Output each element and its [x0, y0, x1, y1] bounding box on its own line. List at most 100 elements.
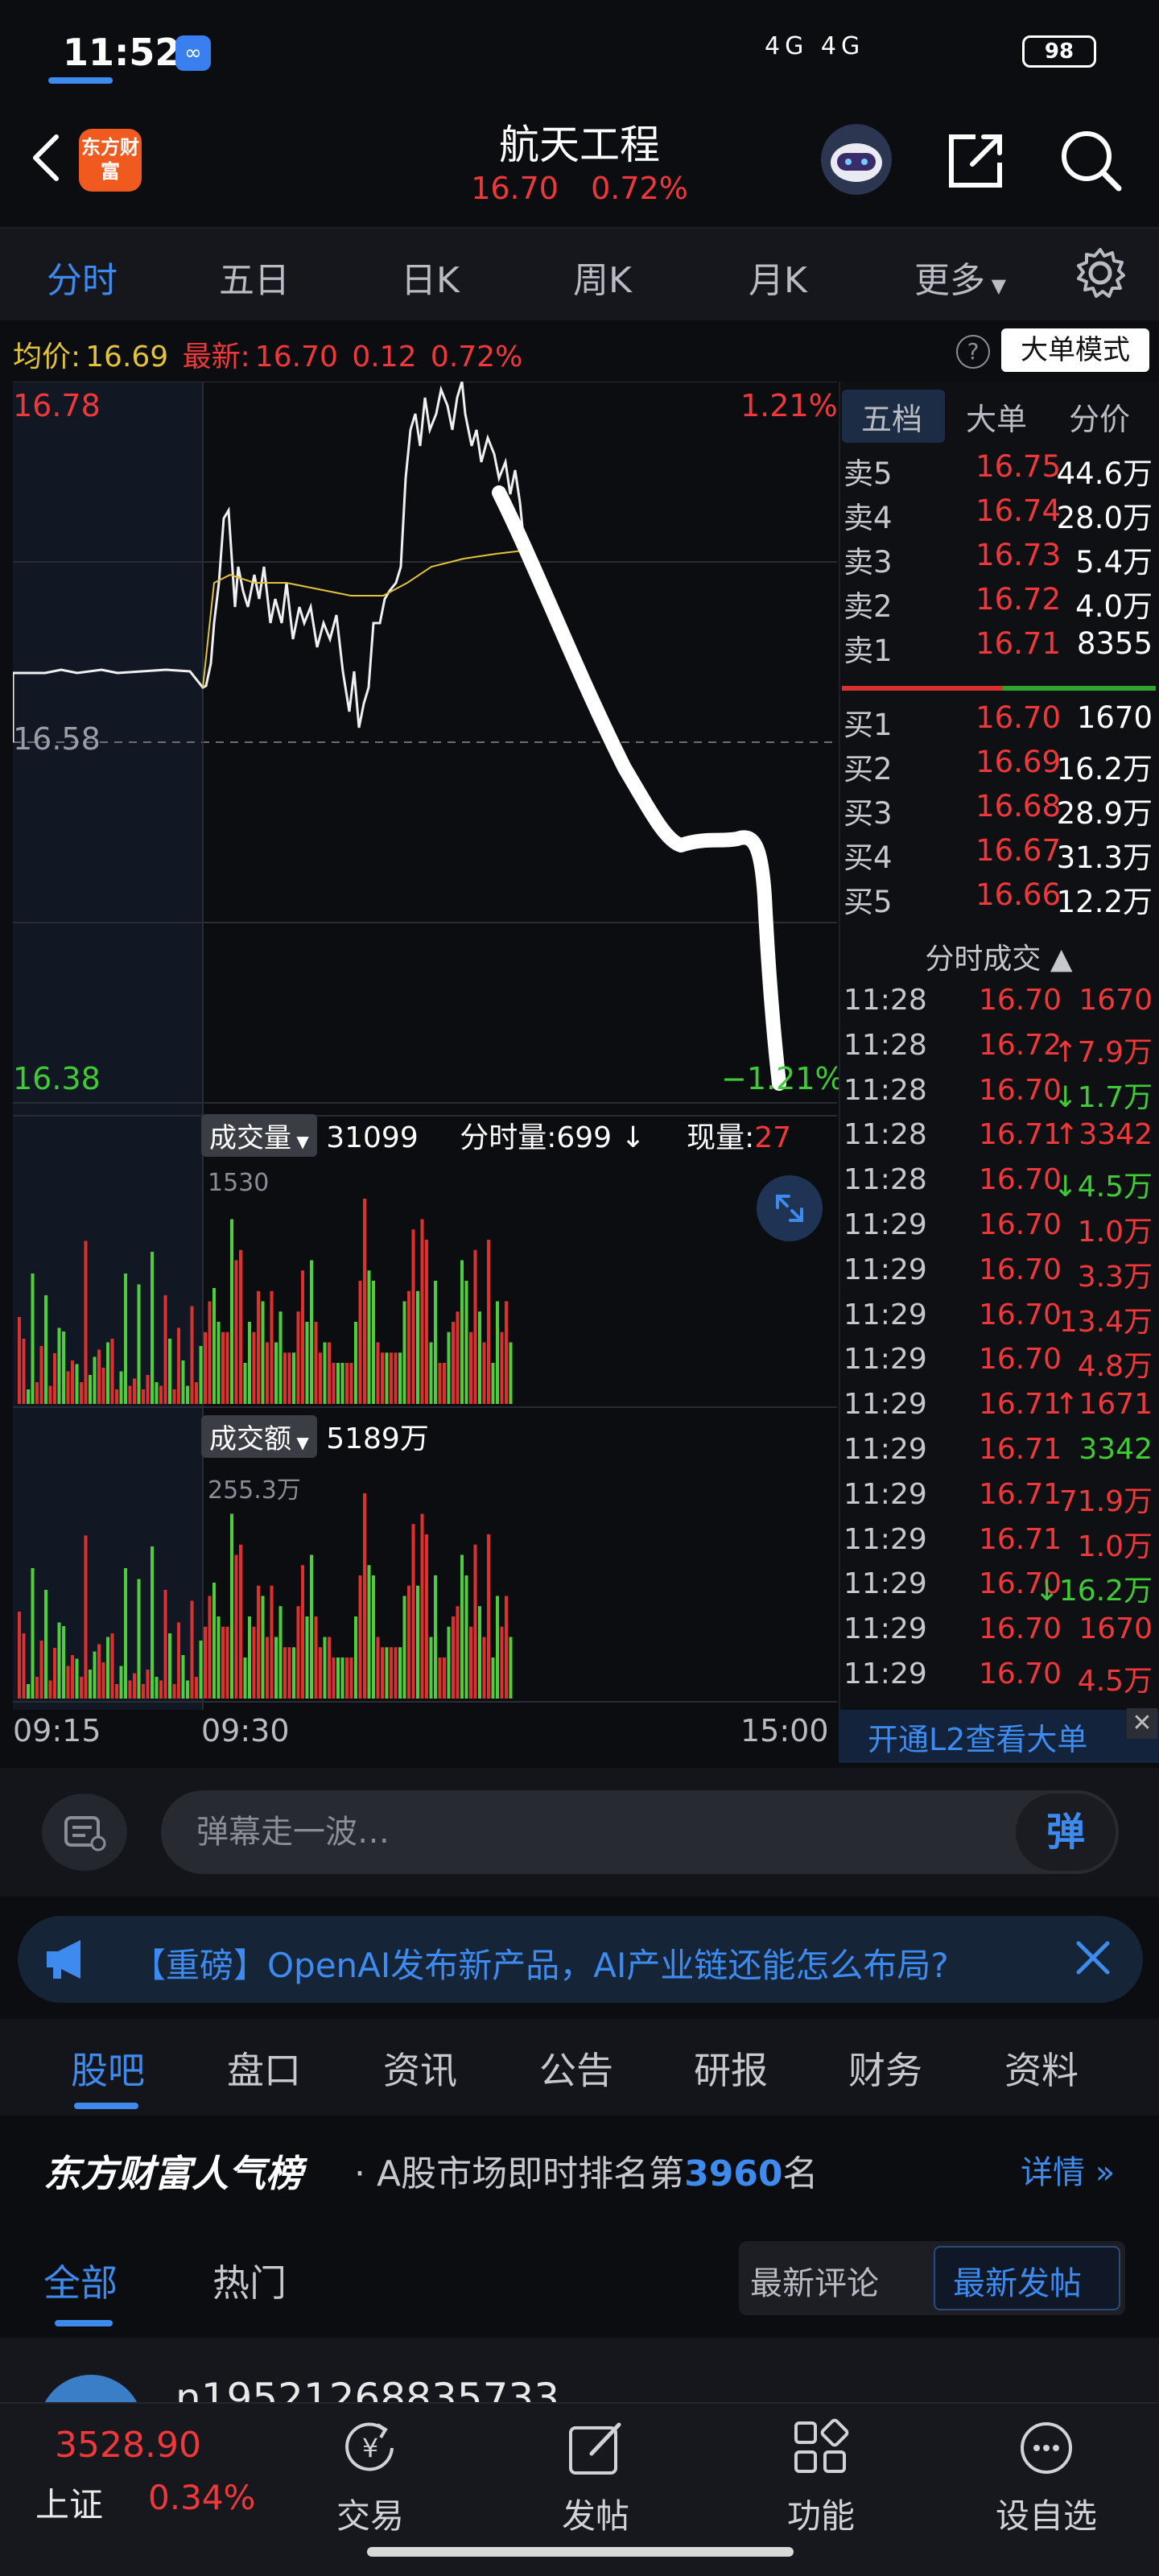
ask-row[interactable]: 卖3 16.73 5.4万: [842, 538, 1156, 583]
nav-trade[interactable]: ¥ 交易: [306, 2412, 435, 2536]
tab-monthly-k[interactable]: 月K: [749, 251, 807, 303]
tab-more[interactable]: 更多 ▼: [914, 251, 1006, 303]
price-mid-label: 16.58: [13, 721, 101, 757]
big-order-mode-button[interactable]: 大单模式: [1001, 328, 1149, 372]
trade-row[interactable]: 11:29 16.70 13.4万: [842, 1298, 1156, 1344]
help-icon[interactable]: ?: [956, 335, 990, 369]
stock-quote: 16.70 0.72%: [419, 171, 740, 206]
bid-row[interactable]: 买2 16.69 16.2万: [842, 745, 1156, 790]
volume-selector[interactable]: 成交量 ▼: [201, 1114, 317, 1157]
trade-row[interactable]: 11:29 16.71 3342: [842, 1433, 1156, 1478]
bid-row[interactable]: 买3 16.68 28.9万: [842, 789, 1156, 834]
danmaku-settings-icon[interactable]: [42, 1794, 127, 1871]
trade-row[interactable]: 11:29 16.70 4.8万: [842, 1343, 1156, 1388]
trade-volume-value: 71.9万: [1058, 1484, 1153, 1518]
volume-bar: [243, 1363, 247, 1404]
bid-row[interactable]: 买1 16.70 1670: [842, 700, 1156, 745]
trade-row[interactable]: 11:29 16.70 1.0万: [842, 1208, 1156, 1253]
index-name[interactable]: 上证: [35, 2478, 103, 2527]
trade-row[interactable]: 11:29 16.70 4.5万: [842, 1657, 1156, 1703]
trade-row[interactable]: 11:28 16.72 ↑7.9万: [842, 1029, 1156, 1074]
edit-icon: [569, 2422, 621, 2475]
bid-volume: 1670: [1076, 700, 1153, 735]
trade-time: 11:28: [843, 1118, 927, 1152]
search-icon[interactable]: [1056, 126, 1125, 195]
trade-row[interactable]: 11:29 16.70 ↓16.2万: [842, 1567, 1156, 1612]
tab-intraday[interactable]: 分时: [47, 251, 118, 303]
l2-banner-text[interactable]: 开通L2查看大单: [868, 1715, 1087, 1759]
volume-bar: [398, 1352, 402, 1404]
back-icon[interactable]: [23, 126, 71, 190]
volume-bar: [473, 1249, 477, 1404]
trades-title[interactable]: 分时成交 ▲: [839, 935, 1159, 977]
trade-row[interactable]: 11:28 16.70 ↓1.7万: [842, 1074, 1156, 1119]
expand-icon[interactable]: [757, 1175, 823, 1241]
ask-row[interactable]: 卖1 16.71 8355: [842, 626, 1156, 671]
volume-bar: [460, 1554, 464, 1699]
tab-weekly-k[interactable]: 周K: [573, 251, 632, 303]
tab-hot[interactable]: 热门: [212, 2254, 287, 2307]
trade-volume: 1.0万: [1078, 1208, 1153, 1250]
trade-row[interactable]: 11:29 16.70 1670: [842, 1612, 1156, 1657]
volume-bar: [31, 1274, 35, 1404]
robot-assistant-icon[interactable]: [818, 121, 895, 198]
trade-row[interactable]: 11:29 16.71 1.0万: [842, 1523, 1156, 1568]
amount-selector[interactable]: 成交额 ▼: [201, 1415, 317, 1458]
tab-profile[interactable]: 资料: [1004, 2041, 1079, 2095]
ask-row[interactable]: 卖4 16.74 28.0万: [842, 493, 1156, 539]
volume-value: 31099: [326, 1121, 419, 1154]
volume-bar: [212, 1288, 216, 1404]
index-change-pct[interactable]: 0.34%: [148, 2478, 255, 2517]
volume-bar: [323, 1342, 327, 1404]
close-icon[interactable]: ✕: [1127, 1708, 1157, 1739]
trade-row[interactable]: 11:28 16.71 ↑3342: [842, 1118, 1156, 1163]
tab-handicap[interactable]: 盘口: [227, 2041, 301, 2095]
nav-set-favorite[interactable]: 设自选: [982, 2412, 1111, 2536]
trade-row[interactable]: 11:28 16.70 1670: [842, 984, 1156, 1029]
tab-announcements[interactable]: 公告: [539, 2041, 613, 2095]
home-indicator[interactable]: [367, 2547, 794, 2557]
tab-daily-k[interactable]: 日K: [401, 251, 460, 303]
ask-row[interactable]: 卖2 16.72 4.0万: [842, 582, 1156, 627]
tab-all[interactable]: 全部: [43, 2254, 118, 2307]
volume-bar: [478, 1606, 481, 1699]
volume-bar: [354, 1616, 357, 1699]
nav-functions[interactable]: 功能: [757, 2412, 885, 2536]
volume-bar: [199, 1346, 203, 1404]
index-value[interactable]: 3528.90: [55, 2425, 201, 2466]
volume-bar: [372, 1281, 375, 1404]
danmaku-send-button[interactable]: 弹: [1016, 1794, 1116, 1871]
announcement-text[interactable]: 【重磅】OpenAI发布新产品，AI产业链还能怎么布局?: [132, 1938, 949, 1988]
bid-row[interactable]: 买5 16.66 12.2万: [842, 877, 1156, 923]
app-logo[interactable]: 东方财富: [79, 129, 142, 192]
trade-row[interactable]: 11:29 16.70 3.3万: [842, 1253, 1156, 1298]
trade-volume-value: 1.7万: [1077, 1080, 1153, 1114]
trade-row[interactable]: 11:29 16.71 ↑1671: [842, 1388, 1156, 1433]
share-icon[interactable]: [943, 129, 1008, 193]
megaphone-icon: [47, 1940, 80, 1979]
tab-five-day[interactable]: 五日: [219, 251, 290, 303]
tab-research[interactable]: 研报: [694, 2041, 768, 2095]
tab-big-orders[interactable]: 大单: [966, 394, 1027, 439]
tab-news[interactable]: 资讯: [383, 2041, 457, 2095]
tab-five-levels[interactable]: 五档: [861, 394, 922, 439]
trade-row[interactable]: 11:29 16.71 71.9万: [842, 1478, 1156, 1523]
volume-bar: [195, 1382, 198, 1404]
tab-finance[interactable]: 财务: [848, 2041, 922, 2095]
trade-row[interactable]: 11:28 16.70 ↓4.5万: [842, 1163, 1156, 1208]
danmaku-input[interactable]: 弹幕走一波…: [161, 1790, 1119, 1874]
tab-price-split[interactable]: 分价: [1069, 394, 1130, 439]
sort-latest-post[interactable]: 最新发帖: [953, 2257, 1082, 2304]
bid-row[interactable]: 买4 16.67 31.3万: [842, 833, 1156, 878]
nav-post[interactable]: 发帖: [531, 2412, 660, 2536]
tab-guba[interactable]: 股吧: [71, 2041, 145, 2095]
volume-bar: [225, 1331, 229, 1404]
gear-icon[interactable]: [1074, 246, 1127, 299]
sort-latest-comment[interactable]: 最新评论: [750, 2257, 879, 2304]
post-row[interactable]: [0, 2338, 1159, 2402]
rank-detail-link[interactable]: 详情 »: [1021, 2146, 1115, 2193]
intraday-chart[interactable]: [13, 382, 837, 1710]
volume-bar: [292, 1352, 295, 1404]
close-icon[interactable]: [1070, 1935, 1116, 1980]
ask-row[interactable]: 卖5 16.75 44.6万: [842, 449, 1156, 494]
